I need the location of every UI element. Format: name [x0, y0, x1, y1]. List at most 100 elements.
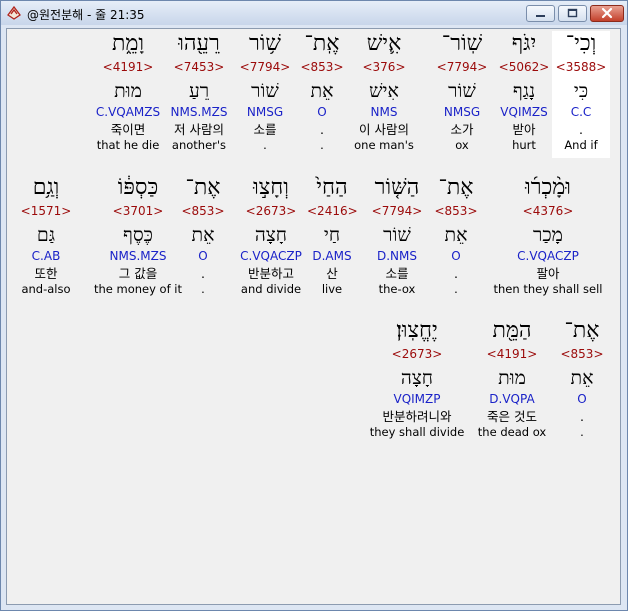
- interlinear-content[interactable]: וְכִי־ <3588> כִּי C.C. And if יִגֹּף <5062> נָ…: [6, 28, 621, 605]
- title-bar[interactable]: @원전분해 - 줄 21:35: [1, 1, 627, 25]
- word-cell[interactable]: יֶחֱצֽוּן׃ <2673> חָצָה VQIMZP 반분하려니와 they sh…: [366, 318, 468, 439]
- english-gloss: one man's: [354, 138, 414, 152]
- word-cell[interactable]: וְחָצ֣וּ <2673> חָצָה C.VQACZP 반분하고 and divid…: [234, 175, 308, 296]
- strong-number: <3588>: [555, 60, 607, 74]
- korean-gloss: 또한: [34, 266, 58, 281]
- word-cell[interactable]: וְגַ֥ם <1571> גַּם C.AB 또한 and-also: [13, 175, 79, 296]
- morphology-code: NMSG: [246, 105, 284, 119]
- english-gloss: .: [320, 138, 324, 152]
- word-cell[interactable]: וּמָ֨כְר֜וּ <4376> מָכַר C.VQACZP 팔아 then the…: [483, 175, 613, 296]
- korean-gloss: 저 사람의: [174, 122, 224, 137]
- morphology-code: D.AMS: [312, 249, 352, 263]
- morphology-code: NMS.MZS: [170, 105, 228, 119]
- korean-gloss: 반분하려니와: [382, 409, 452, 424]
- lemma: חָצָה: [400, 367, 434, 389]
- korean-gloss: 반분하고: [247, 266, 294, 281]
- english-gloss: hurt: [512, 138, 536, 152]
- word-cell[interactable]: אֶת־ <853> אֵת O..: [431, 175, 481, 296]
- morphology-code: O: [451, 249, 461, 263]
- lemma: גַּם: [36, 224, 56, 246]
- close-button[interactable]: [590, 5, 624, 22]
- morphology-code: O: [577, 392, 587, 406]
- word-cell[interactable]: אֶֽת־ <853> אֵת O..: [297, 31, 347, 152]
- word-cell[interactable]: וָמֵ֑ת <4191> מוּת C.VQAMZS 죽이면 that he die: [88, 31, 168, 152]
- hebrew-word: שׁ֥וֹר: [248, 31, 281, 56]
- word-cell[interactable]: רֵעֵ֖הוּ <7453> רֵעַ NMS.MZS 저 사람의 another's: [162, 31, 236, 152]
- morphology-code: NMS.MZS: [109, 249, 167, 263]
- lemma: חָצָה: [254, 224, 288, 246]
- lemma: שׁוֹר: [383, 224, 411, 246]
- strong-number: <4191>: [486, 347, 538, 361]
- hebrew-word: וְכִי־: [565, 31, 597, 56]
- english-gloss: another's: [171, 138, 227, 152]
- english-gloss: that he die: [96, 138, 160, 152]
- strong-number: <7453>: [173, 60, 225, 74]
- morphology-code: C.VQAMZS: [95, 105, 161, 119]
- korean-gloss: .: [579, 122, 583, 137]
- strong-number: <4191>: [102, 60, 154, 74]
- lemma: אִישׁ: [369, 80, 399, 102]
- lemma: שׁוֹר: [251, 80, 279, 102]
- korean-gloss: 이 사람의: [359, 122, 409, 137]
- lemma: שׁוֹר: [448, 80, 476, 102]
- korean-gloss: 소를: [253, 122, 277, 137]
- minimize-button[interactable]: [526, 5, 555, 22]
- word-cell[interactable]: אִ֛ישׁ <376> אִישׁ NMS 이 사람의 one man's: [349, 31, 419, 152]
- hebrew-word: וְגַ֥ם: [32, 175, 60, 200]
- strong-number: <853>: [560, 347, 604, 361]
- strong-number: <853>: [434, 204, 478, 218]
- morphology-code: C.C: [570, 105, 592, 119]
- english-gloss: ox: [455, 138, 469, 152]
- korean-gloss: 죽이면: [110, 122, 146, 137]
- word-cell[interactable]: כַּסְפּ֔וֹ <3701> כֶּסֶף NMS.MZS 그 값을 the mon…: [83, 175, 193, 296]
- strong-number: <2673>: [245, 204, 297, 218]
- english-gloss: And if: [564, 138, 598, 152]
- maximize-icon: [567, 8, 578, 18]
- word-cell[interactable]: הַחַי֙ <2416> חַי D.AMS 산 live: [307, 175, 358, 296]
- word-cell[interactable]: הַמֵּ֖ת <4191> מוּת D.VQPA 죽은 것도 the dead ox: [472, 318, 552, 439]
- korean-gloss: 받아: [512, 122, 536, 137]
- morphology-code: C.VQACZP: [517, 249, 579, 263]
- morphology-code: D.VQPA: [489, 392, 535, 406]
- strong-number: <5062>: [498, 60, 550, 74]
- korean-gloss: .: [580, 409, 584, 424]
- english-gloss: .: [263, 138, 267, 152]
- window-title: @원전분해 - 줄 21:35: [27, 8, 145, 22]
- hebrew-word: רֵעֵ֖הוּ: [178, 31, 220, 56]
- lemma: כֶּסֶף: [123, 224, 153, 246]
- english-gloss: .: [454, 282, 458, 296]
- word-cell[interactable]: אֶת־ <853> אֵת O..: [557, 318, 607, 439]
- hebrew-word: וָמֵ֑ת: [111, 31, 145, 56]
- hebrew-word: כַּסְפּ֔וֹ: [117, 175, 159, 200]
- korean-gloss: 소가: [450, 122, 474, 137]
- morphology-code: C.VQACZP: [240, 249, 302, 263]
- lemma: כִּי: [573, 80, 589, 102]
- app-logo-icon[interactable]: [6, 5, 22, 21]
- word-cell[interactable]: שֽׁוֹר־ <7794> שׁוֹר NMSG 소가 ox: [432, 31, 492, 152]
- lemma: חַי: [323, 224, 341, 246]
- word-cell[interactable]: הַשּׁ֤וֹר <7794> שׁוֹר D.NMS 소를 the-ox: [369, 175, 425, 296]
- strong-number: <7794>: [436, 60, 488, 74]
- strong-number: <1571>: [20, 204, 72, 218]
- hebrew-word: הַמֵּ֖ת: [492, 318, 532, 343]
- strong-number: <7794>: [239, 60, 291, 74]
- morphology-code: VQIMZP: [393, 392, 441, 406]
- hebrew-word: אֶת־: [438, 175, 474, 200]
- word-cell[interactable]: שׁ֥וֹר <7794> שׁוֹר NMSG 소를.: [235, 31, 295, 152]
- korean-gloss: 그 값을: [118, 266, 158, 281]
- english-gloss: the dead ox: [477, 425, 547, 439]
- word-cell[interactable]: יִגֹּף <5062> נָגַף VQIMZS 받아 hurt: [494, 31, 554, 152]
- lemma: אֵת: [310, 80, 334, 102]
- morphology-code: D.NMS: [376, 249, 417, 263]
- word-cell[interactable]: וְכִי־ <3588> כִּי C.C. And if: [552, 31, 610, 158]
- app-window: @원전분해 - 줄 21:35 וְכִי־ <3588> כִּי C.C. And …: [0, 0, 628, 611]
- maximize-button[interactable]: [558, 5, 587, 22]
- close-icon: [601, 7, 613, 19]
- english-gloss: the money of it: [93, 282, 183, 296]
- strong-number: <376>: [362, 60, 406, 74]
- lemma: מוּת: [114, 80, 142, 102]
- korean-gloss: 소를: [385, 266, 409, 281]
- korean-gloss: 팔아: [536, 266, 560, 281]
- english-gloss: and divide: [240, 282, 302, 296]
- lemma: נָגַף: [512, 80, 536, 102]
